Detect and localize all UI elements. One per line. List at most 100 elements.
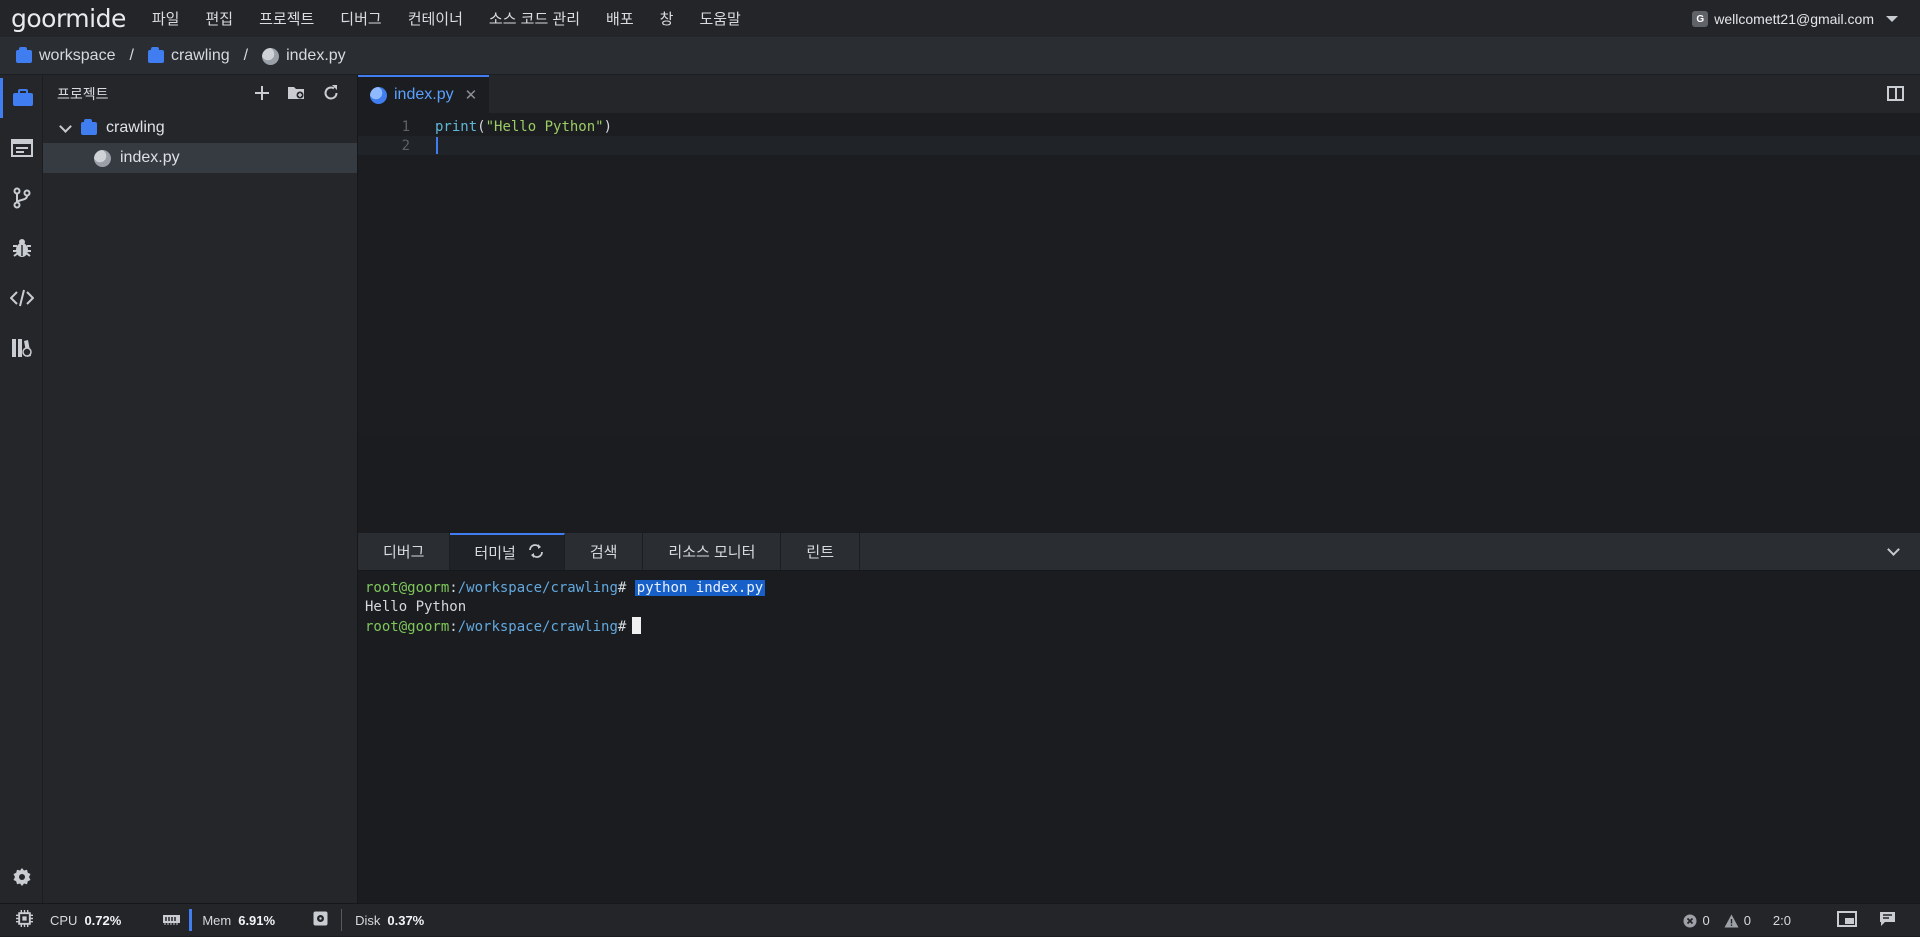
menu-project[interactable]: 프로젝트 xyxy=(259,8,314,29)
chat-icon[interactable] xyxy=(1879,911,1896,930)
editor-tabbar: index.py ✕ xyxy=(358,75,1920,113)
chevron-down-icon xyxy=(1886,16,1898,22)
terminal-path: /workspace/crawling xyxy=(457,619,618,635)
tab-label: index.py xyxy=(394,86,454,103)
menu-help[interactable]: 도움말 xyxy=(699,8,740,29)
menu-file[interactable]: 파일 xyxy=(152,8,180,29)
tab-label: 검색 xyxy=(589,544,618,561)
code-punctuation: ) xyxy=(603,118,613,135)
chevron-down-icon[interactable] xyxy=(59,119,72,133)
breadcrumb-label: crawling xyxy=(170,47,230,64)
terminal-line: root@goorm:/workspace/crawling# python i… xyxy=(365,579,1920,598)
tab-search[interactable]: 검색 xyxy=(565,533,644,570)
library-icon[interactable] xyxy=(0,328,43,368)
settings-icon[interactable] xyxy=(0,857,43,897)
code-icon[interactable] xyxy=(0,278,43,318)
refresh-icon[interactable] xyxy=(323,84,339,104)
tree-item-crawling[interactable]: crawling xyxy=(43,113,357,143)
tab-index-py[interactable]: index.py ✕ xyxy=(358,75,490,113)
tree-item-index-py[interactable]: index.py xyxy=(43,143,357,173)
warnings-indicator[interactable]: 0 xyxy=(1724,904,1751,937)
terminal-output: Hello Python xyxy=(365,599,467,615)
code-string: "Hello Python" xyxy=(485,118,604,135)
menu-deploy[interactable]: 배포 xyxy=(606,8,634,29)
menu-debug[interactable]: 디버그 xyxy=(340,8,381,29)
text-cursor xyxy=(436,137,438,154)
panel-tabbar: 디버그 터미널 검색 리소스 모니터 린트 xyxy=(358,533,1920,571)
memory-icon xyxy=(163,913,181,928)
new-folder-icon[interactable] xyxy=(287,85,305,103)
code-keyword: print xyxy=(435,118,478,135)
chevron-down-icon[interactable] xyxy=(1887,543,1900,556)
project-icon[interactable] xyxy=(0,78,43,118)
line-number: 1 xyxy=(401,118,410,135)
explorer-header: 프로젝트 xyxy=(43,75,357,113)
menu-window[interactable]: 창 xyxy=(660,8,674,29)
breadcrumb-index-py[interactable]: index.py xyxy=(262,47,346,65)
reconnect-icon[interactable] xyxy=(528,543,544,562)
disk-icon xyxy=(313,911,328,929)
tab-lint[interactable]: 린트 xyxy=(781,533,860,570)
breadcrumb-separator: / xyxy=(129,47,134,64)
split-editor-icon[interactable] xyxy=(1887,86,1904,101)
mem-status: Mem 6.91% xyxy=(163,904,275,937)
layout-icon[interactable] xyxy=(1837,911,1857,930)
cpu-label: CPU xyxy=(50,912,78,928)
menu-container[interactable]: 컨테이너 xyxy=(408,8,463,29)
account-menu[interactable]: G wellcomett21@gmail.com xyxy=(1692,0,1898,38)
mem-meter xyxy=(189,909,193,931)
tab-debug[interactable]: 디버그 xyxy=(358,533,451,570)
terminal[interactable]: root@goorm:/workspace/crawling# python i… xyxy=(358,571,1920,637)
project-explorer: 프로젝트 crawling index.py xyxy=(43,75,358,903)
cursor-position[interactable]: 2:0 xyxy=(1773,913,1791,928)
menu-scm[interactable]: 소스 코드 관리 xyxy=(489,8,580,29)
status-right: 0 0 2:0 xyxy=(1683,904,1896,937)
status-bar: CPU 0.72% Mem 6.91% Disk 0.37% 0 0 2:0 xyxy=(0,903,1920,936)
tree-item-label: index.py xyxy=(120,149,180,166)
activity-bar xyxy=(0,75,43,903)
breadcrumb-label: index.py xyxy=(286,47,346,64)
breadcrumb-label: workspace xyxy=(39,47,116,64)
cpu-value: 0.72% xyxy=(84,912,122,928)
terminal-window-icon[interactable] xyxy=(0,128,43,168)
explorer-title: 프로젝트 xyxy=(57,86,109,102)
python-icon xyxy=(262,47,280,65)
mem-value: 6.91% xyxy=(238,912,276,928)
add-file-icon[interactable] xyxy=(255,85,269,103)
code-editor: index.py ✕ 1 print("Hello Python") 2 xyxy=(358,75,1920,435)
disk-value: 0.37% xyxy=(387,912,425,928)
close-icon[interactable]: ✕ xyxy=(465,86,478,104)
folder-icon xyxy=(147,46,164,63)
folder-icon xyxy=(16,46,32,63)
divider xyxy=(341,909,343,931)
breadcrumb-workspace[interactable]: workspace xyxy=(16,46,116,65)
menu-bar: goormide 파일 편집 프로젝트 디버그 컨테이너 소스 코드 관리 배포… xyxy=(0,0,1920,38)
mem-label: Mem xyxy=(202,912,232,928)
terminal-line: root@goorm:/workspace/crawling# xyxy=(365,617,1920,637)
code-line-current: 2 xyxy=(358,136,1920,155)
errors-indicator[interactable]: 0 xyxy=(1683,904,1710,937)
tab-label: 터미널 xyxy=(474,545,516,562)
python-icon xyxy=(94,149,111,167)
menu-edit[interactable]: 편집 xyxy=(205,8,233,29)
breadcrumb: workspace / crawling / index.py xyxy=(0,38,1920,103)
bug-icon[interactable] xyxy=(0,228,43,268)
breadcrumb-crawling[interactable]: crawling xyxy=(147,46,230,65)
terminal-prompt: # xyxy=(617,619,627,635)
terminal-command: python index.py xyxy=(634,580,766,596)
terminal-path: /workspace/crawling xyxy=(457,580,618,596)
bottom-panel: 디버그 터미널 검색 리소스 모니터 린트 root@goorm:/worksp… xyxy=(358,533,1920,903)
tab-resource-monitor[interactable]: 리소스 모니터 xyxy=(643,533,782,570)
code-punctuation: ( xyxy=(477,118,486,135)
warning-count: 0 xyxy=(1743,913,1751,928)
code-content[interactable]: 1 print("Hello Python") 2 xyxy=(358,113,1920,155)
folder-icon xyxy=(81,118,97,135)
terminal-colon: : xyxy=(449,619,458,635)
account-email: wellcomett21@gmail.com xyxy=(1714,11,1874,27)
tab-terminal[interactable]: 터미널 xyxy=(450,533,565,570)
app-logo: goormide xyxy=(11,4,126,33)
error-icon xyxy=(1683,914,1697,927)
tab-label: 디버그 xyxy=(383,544,425,561)
tab-label: 리소스 모니터 xyxy=(668,544,756,561)
git-branch-icon[interactable] xyxy=(0,178,43,218)
